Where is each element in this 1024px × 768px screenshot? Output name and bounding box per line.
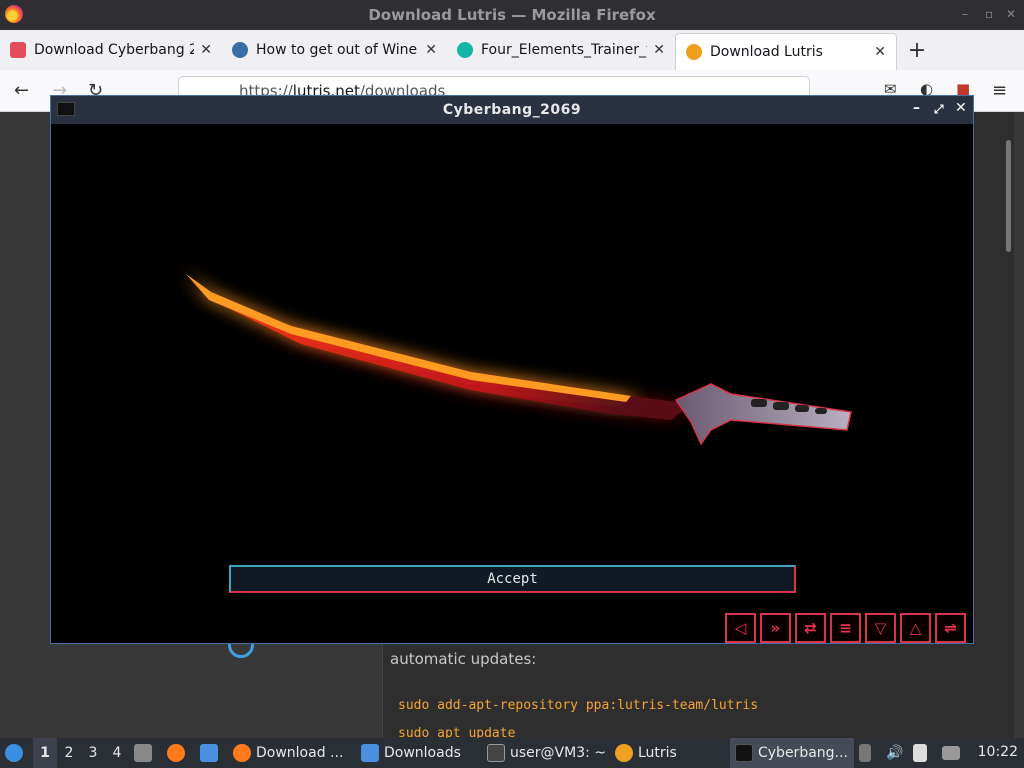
game-window: Cyberbang_2069 – ⤢ ✕ Accept ◁ » ⇄ ≡ ▽ △ … bbox=[50, 95, 974, 644]
taskbar-window-firefox[interactable]: Download ... bbox=[228, 738, 356, 768]
tray-volume[interactable]: 🔊 bbox=[881, 738, 908, 768]
tray-network[interactable] bbox=[937, 738, 970, 768]
game-scene[interactable]: Accept ◁ » ⇄ ≡ ▽ △ ⇌ bbox=[51, 124, 973, 643]
window-title: Download Lutris — Mozilla Firefox bbox=[368, 6, 656, 24]
close-tab-icon[interactable]: ✕ bbox=[200, 42, 212, 58]
taskbar-window-lutris[interactable]: Lutris bbox=[610, 738, 730, 768]
fast-forward-icon[interactable]: » bbox=[760, 613, 791, 643]
distro-logo-icon bbox=[5, 744, 23, 762]
workspace-3[interactable]: 3 bbox=[81, 738, 105, 768]
save-icon[interactable]: ▽ bbox=[865, 613, 896, 643]
tab-trainer[interactable]: Four_Elements_Trainer_v ✕ bbox=[447, 30, 675, 70]
wordpress-icon bbox=[232, 42, 248, 58]
load-icon[interactable]: △ bbox=[900, 613, 931, 643]
desktop-icon bbox=[200, 744, 218, 762]
close-tab-icon[interactable]: ✕ bbox=[874, 44, 886, 60]
tray-clipboard[interactable] bbox=[854, 738, 881, 768]
minimize-icon[interactable]: – bbox=[913, 100, 920, 116]
new-tab-button[interactable]: + bbox=[897, 30, 937, 70]
close-tab-icon[interactable]: ✕ bbox=[653, 42, 665, 58]
files-icon bbox=[134, 744, 152, 762]
firefox-launcher[interactable] bbox=[162, 738, 195, 768]
taskbar-window-cyberbang[interactable]: Cyberbang... bbox=[730, 738, 854, 768]
desktop-launcher[interactable] bbox=[195, 738, 228, 768]
firefox-icon bbox=[233, 744, 251, 762]
game-window-title: Cyberbang_2069 bbox=[442, 102, 582, 118]
back-arrow-icon[interactable]: ← bbox=[14, 80, 29, 101]
tab-label: How to get out of Wine D bbox=[256, 42, 420, 58]
lutris-icon bbox=[615, 744, 633, 762]
file-manager-launcher[interactable] bbox=[129, 738, 162, 768]
notes-icon bbox=[913, 744, 928, 762]
game-window-icon bbox=[57, 102, 75, 116]
page-text: automatic updates: bbox=[390, 650, 537, 668]
tab-label: Download Lutris bbox=[710, 44, 823, 60]
terminal-icon bbox=[487, 744, 505, 762]
taskbar-window-label: Downloads bbox=[384, 745, 461, 761]
close-icon[interactable]: ✕ bbox=[955, 100, 967, 116]
menu-icon[interactable]: ≡ bbox=[992, 80, 1007, 101]
workspace-4[interactable]: 4 bbox=[105, 738, 129, 768]
close-tab-icon[interactable]: ✕ bbox=[425, 42, 437, 58]
list-icon[interactable]: ≡ bbox=[830, 613, 861, 643]
clock[interactable]: 10:22 bbox=[978, 744, 1018, 760]
back-icon[interactable]: ◁ bbox=[725, 613, 756, 643]
taskbar-window-downloads[interactable]: Downloads bbox=[356, 738, 482, 768]
repeat-icon[interactable]: ⇄ bbox=[795, 613, 826, 643]
scrollbar[interactable] bbox=[1006, 140, 1011, 252]
tab-label: Four_Elements_Trainer_v bbox=[481, 42, 648, 58]
lutris-icon bbox=[686, 44, 702, 60]
game-titlebar: Cyberbang_2069 – ⤢ ✕ bbox=[51, 96, 973, 124]
accept-button[interactable]: Accept bbox=[229, 565, 796, 593]
close-icon[interactable]: ✕ bbox=[1006, 7, 1016, 21]
code-line: sudo add-apt-repository ppa:lutris-team/… bbox=[398, 698, 759, 713]
workspace-2[interactable]: 2 bbox=[57, 738, 81, 768]
firefox-titlebar: Download Lutris — Mozilla Firefox – ▫ ✕ bbox=[0, 0, 1024, 30]
tray-notes[interactable] bbox=[908, 738, 937, 768]
game-store-icon bbox=[10, 42, 26, 58]
taskbar-window-label: Cyberbang... bbox=[758, 745, 848, 761]
sword-image bbox=[186, 274, 852, 446]
site-icon bbox=[457, 42, 473, 58]
tab-label: Download Cyberbang 20 bbox=[34, 42, 195, 58]
tab-lutris[interactable]: Download Lutris ✕ bbox=[675, 33, 897, 70]
game-toolbar: ◁ » ⇄ ≡ ▽ △ ⇌ bbox=[725, 613, 966, 643]
firefox-icon bbox=[167, 744, 185, 762]
network-icon bbox=[942, 746, 961, 760]
start-menu-button[interactable] bbox=[0, 738, 33, 768]
firefox-logo-icon bbox=[5, 5, 23, 23]
clipboard-icon bbox=[859, 744, 871, 762]
tab-cyberbang[interactable]: Download Cyberbang 20 ✕ bbox=[0, 30, 222, 70]
maximize-icon[interactable]: ⤢ bbox=[934, 102, 944, 117]
minimize-icon[interactable]: – bbox=[962, 7, 968, 21]
folder-icon bbox=[361, 744, 379, 762]
workspace-1[interactable]: 1 bbox=[33, 738, 57, 768]
game-icon bbox=[735, 744, 753, 762]
taskbar-window-label: user@VM3: ~ bbox=[510, 745, 606, 761]
tab-wine[interactable]: How to get out of Wine D ✕ bbox=[222, 30, 447, 70]
settings-icon[interactable]: ⇌ bbox=[935, 613, 966, 643]
taskbar-window-label: Lutris bbox=[638, 745, 677, 761]
taskbar: 1 2 3 4 Download ... Downloads user@VM3:… bbox=[0, 738, 1024, 768]
taskbar-window-terminal[interactable]: user@VM3: ~ bbox=[482, 738, 610, 768]
maximize-icon[interactable]: ▫ bbox=[985, 7, 993, 21]
tab-strip: Download Cyberbang 20 ✕ How to get out o… bbox=[0, 30, 1024, 70]
taskbar-window-label: Download ... bbox=[256, 745, 344, 761]
volume-icon: 🔊 bbox=[886, 745, 904, 761]
